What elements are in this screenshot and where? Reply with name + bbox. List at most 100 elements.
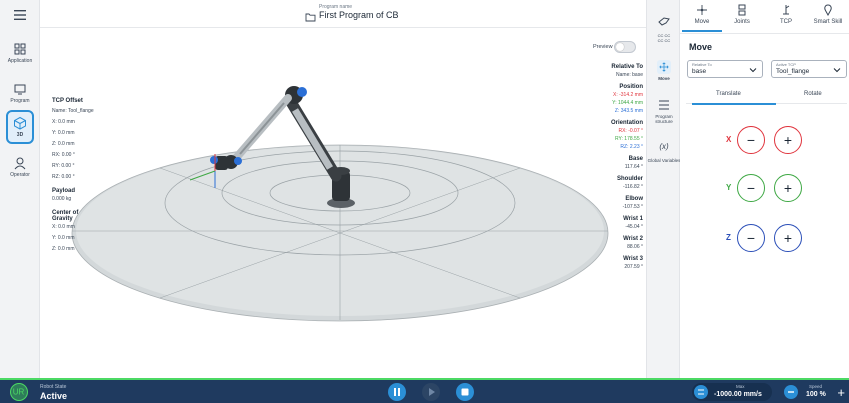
panel-tabs: Move Joints TCP Smart Skill (680, 0, 849, 34)
orientation-rz: RZ: 2.23 ° (620, 144, 643, 150)
tab-rotate[interactable]: Rotate (804, 91, 822, 97)
tcp-offset-rz: RZ: 0.00 ° (52, 174, 75, 180)
joint-wrist1-value: -45.04 ° (625, 224, 643, 230)
orientation-ry: RY: 178.55 ° (614, 136, 643, 142)
speed-value: 100 % (806, 391, 826, 398)
speed-label: Speed (809, 384, 823, 389)
move-panel: Move Joints TCP Smart Skill Move Relativ… (680, 0, 849, 378)
robot-state-icon[interactable]: UR (10, 383, 28, 401)
move-icon (657, 60, 671, 74)
y-minus-glyph: − (746, 180, 756, 196)
active-tcp-select-value: Tool_flange (776, 68, 810, 75)
orientation-title: Orientation (610, 120, 643, 126)
tcp-icon (783, 5, 790, 15)
joint-wrist2-name: Wrist 2 (623, 236, 643, 242)
folder-icon[interactable] (305, 9, 316, 27)
payload-value: 0.000 kg (52, 196, 72, 202)
strip-cc[interactable]: CC CC CC CC (647, 33, 681, 44)
tcp-offset-ry: RY: 0.00 ° (52, 163, 75, 169)
play-button[interactable] (422, 383, 440, 401)
toggle-knob (616, 43, 624, 51)
app-root: Application Program 3D Operator Program … (0, 0, 849, 403)
relative-to-select[interactable]: Relative To base (687, 60, 763, 78)
monitor-icon (14, 84, 26, 95)
cc-icon: CC CC CC CC (657, 33, 671, 43)
cog-y: Y: 0.0 mm (52, 235, 75, 241)
joint-wrist3-name: Wrist 3 (623, 256, 643, 262)
nav-operator-label: Operator (10, 172, 30, 178)
orientation-rx: RX: -0.07 ° (618, 128, 643, 134)
bottom-bar: UR Robot State Active Max -1000.00 mm/s … (0, 378, 849, 403)
joint-base-name: Base (628, 156, 643, 162)
speed-minus-icon[interactable] (784, 385, 798, 399)
axis-row-z: Z − + (680, 224, 849, 254)
strip-program-structure-label: Program structure (655, 114, 673, 124)
list-icon (659, 100, 669, 110)
joint-elbow-value: -107.53 ° (622, 204, 643, 210)
position-y: Y: 1044.4 mm (612, 100, 643, 106)
pause-button[interactable] (388, 383, 406, 401)
tab-move[interactable]: Move (680, 4, 724, 32)
3d-viewport[interactable]: Preview TCP Offset Name: Tool_flange X: … (40, 28, 646, 378)
play-icon (429, 388, 435, 396)
joint-base-value: 117.64 ° (624, 164, 643, 170)
strip-global-variables-label: Global Variables (647, 158, 681, 163)
speed-plus-button[interactable]: + (837, 385, 845, 400)
nav-operator[interactable]: Operator (0, 156, 40, 178)
z-plus-button[interactable]: + (774, 224, 802, 252)
slider-icon (694, 385, 708, 399)
robot-state-label: Robot State (40, 384, 67, 390)
tool-strip: CC CC CC CC Move Program structure (x) Gl… (646, 0, 680, 378)
relative-to-title: Relative To (611, 64, 643, 70)
x-minus-button[interactable]: − (737, 126, 765, 154)
x-plus-button[interactable]: + (774, 126, 802, 154)
pose-info-panel: Relative To Name: base Position X: -314.… (533, 64, 643, 276)
max-speed-display[interactable]: Max -1000.00 mm/s (692, 383, 772, 401)
left-nav: Application Program 3D Operator (0, 0, 40, 378)
relative-to-select-value: base (692, 68, 707, 75)
payload-title: Payload (52, 188, 76, 194)
axis-x-label: X (726, 135, 732, 144)
variable-icon: (x) (659, 142, 669, 151)
nav-program[interactable]: Program (0, 82, 40, 104)
joint-shoulder-value: -116.82 ° (623, 184, 643, 190)
tab-smart-skill[interactable]: Smart Skill (806, 4, 849, 25)
grid-icon (14, 43, 26, 55)
tab-tcp[interactable]: TCP (764, 4, 808, 25)
stop-icon (461, 388, 469, 396)
tab-move-label: Move (694, 19, 710, 25)
strip-program-structure[interactable]: Program structure (647, 98, 681, 124)
y-plus-button[interactable]: + (774, 174, 802, 202)
tcp-offset-name: Name: Tool_flange (52, 108, 94, 114)
axis-y-label: Y (726, 183, 732, 192)
cube-icon (14, 116, 26, 130)
y-minus-button[interactable]: − (737, 174, 765, 202)
nav-application[interactable]: Application (0, 42, 40, 64)
joints-icon (738, 4, 746, 16)
pause-icon (394, 388, 400, 396)
strip-global-variables[interactable]: (x) Global Variables (647, 142, 681, 163)
preview-toggle[interactable] (614, 41, 636, 53)
relative-to-value: Name: base (616, 72, 643, 78)
tab-joints[interactable]: Joints (720, 4, 764, 25)
active-tcp-select[interactable]: Active TCP Tool_flange (771, 60, 847, 78)
position-title: Position (619, 84, 643, 90)
nav-3d[interactable]: 3D (0, 110, 40, 144)
program-name-block[interactable]: Program name First Program of CB (319, 4, 399, 20)
tcp-offset-z: Z: 0.0 mm (52, 141, 75, 147)
stop-button[interactable] (456, 383, 474, 401)
move-arrows-icon (697, 5, 707, 15)
strip-hand[interactable] (647, 14, 681, 30)
z-plus-glyph: + (783, 230, 793, 246)
skill-icon (824, 4, 832, 16)
strip-move[interactable]: Move (647, 60, 681, 81)
speed-display[interactable]: Speed 100 % + (782, 383, 849, 401)
z-minus-button[interactable]: − (737, 224, 765, 252)
tab-translate[interactable]: Translate (692, 91, 776, 105)
tab-tcp-label: TCP (780, 19, 792, 25)
cog-title: Center of Gravity (52, 210, 79, 222)
tcp-offset-x: X: 0.0 mm (52, 119, 75, 125)
move-subtabs: Translate Rotate (686, 88, 847, 105)
menu-icon[interactable] (13, 8, 27, 26)
tcp-offset-y: Y: 0.0 mm (52, 130, 75, 136)
